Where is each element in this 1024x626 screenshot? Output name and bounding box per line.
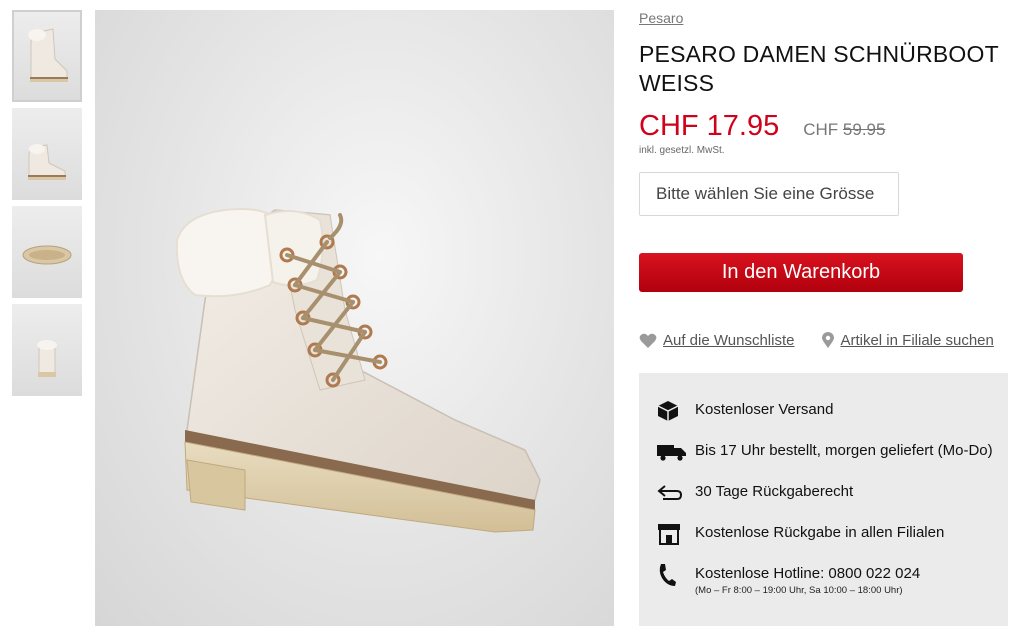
product-info: Pesaro PESARO DAMEN SCHNÜRBOOT WEISS CHF… xyxy=(639,10,1009,349)
usp-box: Kostenloser Versand Bis 17 Uhr bestellt,… xyxy=(639,373,1008,626)
usp-item-delivery: Bis 17 Uhr bestellt, morgen geliefert (M… xyxy=(657,440,1008,481)
boot-thumbnail-image xyxy=(28,144,66,180)
store-search-link[interactable]: Artikel in Filiale suchen xyxy=(822,332,994,349)
sole-thumbnail-image xyxy=(22,245,72,265)
usp-text: Bis 17 Uhr bestellt, morgen geliefert (M… xyxy=(695,442,993,459)
current-price: CHF 17.95 xyxy=(639,110,780,142)
size-select-placeholder: Bitte wählen Sie eine Grösse xyxy=(656,184,875,203)
original-price-value: 59.95 xyxy=(842,120,886,139)
add-to-cart-button[interactable]: In den Warenkorb xyxy=(639,253,963,292)
usp-item-shipping: Kostenloser Versand xyxy=(657,399,1008,440)
wishlist-link[interactable]: Auf die Wunschliste xyxy=(639,332,794,349)
thumbnail-4[interactable] xyxy=(12,304,82,396)
store-icon xyxy=(657,522,687,546)
boot-thumbnail-image xyxy=(28,28,68,82)
usp-text: 30 Tage Rückgaberecht xyxy=(695,483,854,500)
usp-item-hotline: Kostenlose Hotline: 0800 022 024 (Mo – F… xyxy=(657,563,1008,604)
truck-icon xyxy=(657,440,687,464)
box-icon xyxy=(657,399,687,423)
secondary-links: Auf die Wunschliste Artikel in Filiale s… xyxy=(639,332,1009,349)
boot-illustration xyxy=(175,208,541,533)
usp-item-store-returns: Kostenlose Rückgabe in allen Filialen xyxy=(657,522,1008,563)
location-pin-icon xyxy=(822,332,835,348)
heart-icon xyxy=(639,333,657,348)
boot-thumbnail-image xyxy=(37,340,57,377)
usp-text: Kostenlose Hotline: 0800 022 024 xyxy=(695,565,921,582)
vat-note: inkl. gesetzl. MwSt. xyxy=(639,145,725,156)
thumbnail-1[interactable] xyxy=(12,10,82,102)
size-select[interactable]: Bitte wählen Sie eine Grösse xyxy=(639,172,899,216)
store-search-link-label: Artikel in Filiale suchen xyxy=(840,332,994,349)
brand-link[interactable]: Pesaro xyxy=(639,10,683,26)
hotline-hours: (Mo – Fr 8:00 – 19:00 Uhr, Sa 10:00 – 18… xyxy=(695,585,903,596)
thumbnail-gallery xyxy=(12,10,82,402)
original-price-currency: CHF xyxy=(803,120,839,139)
main-product-image[interactable] xyxy=(95,10,614,626)
usp-text: Kostenlose Rückgabe in allen Filialen xyxy=(695,524,945,541)
return-arrow-icon xyxy=(657,481,687,505)
thumbnail-2[interactable] xyxy=(12,108,82,200)
wishlist-link-label: Auf die Wunschliste xyxy=(663,332,795,349)
usp-text: Kostenloser Versand xyxy=(695,401,834,418)
price-row: CHF 17.95 CHF 59.95 xyxy=(639,110,1009,143)
thumbnail-3[interactable] xyxy=(12,206,82,298)
phone-icon xyxy=(657,563,687,587)
product-title: PESARO DAMEN SCHNÜRBOOT WEISS xyxy=(639,41,999,96)
original-price: CHF 59.95 xyxy=(803,120,885,140)
usp-item-returns: 30 Tage Rückgaberecht xyxy=(657,481,1008,522)
